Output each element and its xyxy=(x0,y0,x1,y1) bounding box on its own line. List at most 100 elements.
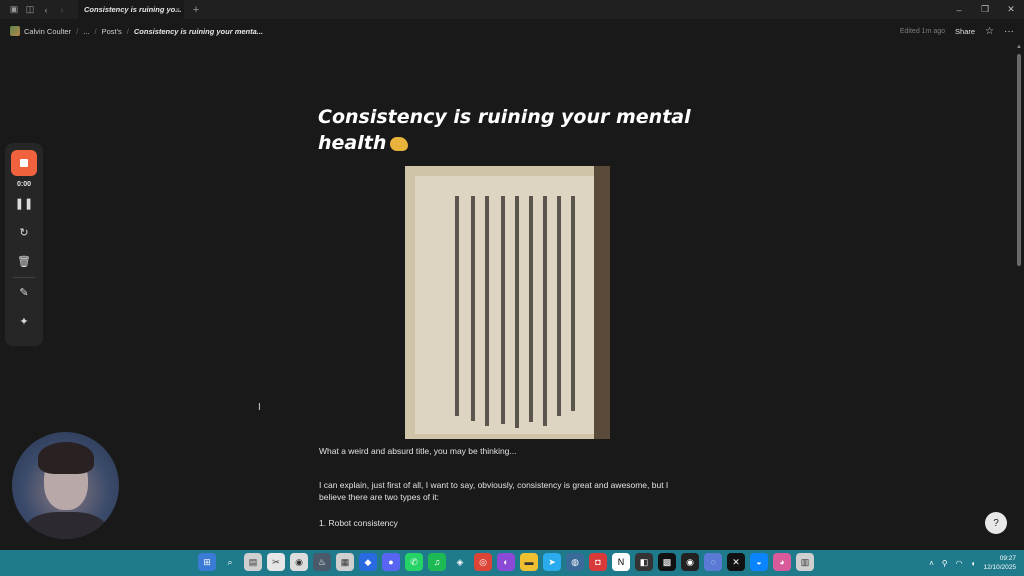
apple-icon[interactable]: ◍ xyxy=(566,553,584,571)
search-icon[interactable]: ⌕ xyxy=(221,553,239,571)
app-icon[interactable]: ◆ xyxy=(359,553,377,571)
page-content: Consistency is ruining your mental healt… xyxy=(318,104,698,156)
paragraph-2[interactable]: I can explain, just first of all, I want… xyxy=(319,479,694,503)
whatsapp-icon[interactable]: ✆ xyxy=(405,553,423,571)
breadcrumb: Calvin Coulter / ... / Post's / Consiste… xyxy=(10,26,263,36)
breadcrumb-separator: / xyxy=(94,26,97,36)
breadcrumb-ellipsis[interactable]: ... xyxy=(83,27,89,36)
workspace-avatar xyxy=(10,26,20,36)
minimize-button[interactable]: – xyxy=(946,0,972,19)
scribble-mark xyxy=(501,196,505,424)
notion-icon[interactable]: ▣ xyxy=(6,0,22,19)
tab-active[interactable]: Consistency is ruining yo... × xyxy=(78,0,184,19)
wifi-icon[interactable]: ◠ xyxy=(956,559,963,568)
clock-time: 09:27 xyxy=(999,555,1016,562)
network-app-icon[interactable]: ◈ xyxy=(451,553,469,571)
title-bar: ▣ ◫ ‹ › Consistency is ruining yo... × +… xyxy=(0,0,1024,19)
scribble-mark xyxy=(455,196,459,416)
scribble-mark xyxy=(515,196,519,428)
steam-icon[interactable]: ♨ xyxy=(313,553,331,571)
clock-date: 12/10/2025 xyxy=(983,564,1016,571)
system-tray: ˄ ⚲ ◠ ◖ 09:27 12/10/2025 xyxy=(929,550,1016,576)
scroll-up-icon[interactable]: ▲ xyxy=(1016,44,1022,50)
more-icon[interactable]: ··· xyxy=(1004,26,1014,37)
taskbar: ⊞ ⌕ ▤ ✂ ◉ ♨ ▦ ◆ ● ✆ ♫ ◈ ◎ ◐ ▬ ➤ ◍ ◘ N ◧ … xyxy=(0,550,1024,576)
edge-icon[interactable]: ◒ xyxy=(750,553,768,571)
chrome-icon[interactable]: ◎ xyxy=(474,553,492,571)
app6-icon[interactable]: ◌ xyxy=(704,553,722,571)
folder-icon[interactable]: ▬ xyxy=(520,553,538,571)
page-header: Calvin Coulter / ... / Post's / Consiste… xyxy=(0,19,1024,43)
breadcrumb-current[interactable]: Consistency is ruining your menta... xyxy=(134,27,263,36)
share-button[interactable]: Share xyxy=(955,27,975,36)
image-shadow xyxy=(594,166,610,439)
close-button[interactable]: ✕ xyxy=(998,0,1024,19)
page-image[interactable] xyxy=(405,166,610,439)
scribble-mark xyxy=(543,196,547,426)
photos-icon[interactable]: ▦ xyxy=(336,553,354,571)
volume-icon[interactable]: ◖ xyxy=(971,559,976,568)
restore-button[interactable]: ❐ xyxy=(972,0,998,19)
telegram-icon[interactable]: ➤ xyxy=(543,553,561,571)
effects-icon[interactable]: ✦ xyxy=(14,311,34,331)
back-arrow-icon[interactable]: ‹ xyxy=(38,0,54,19)
restart-icon[interactable]: ↻ xyxy=(14,222,34,242)
webcam-person-body xyxy=(26,512,106,539)
snipping-icon[interactable]: ✂ xyxy=(267,553,285,571)
toolbar-divider xyxy=(13,277,35,278)
chevron-up-icon[interactable]: ˄ xyxy=(929,559,934,568)
capcut-icon[interactable]: ✕ xyxy=(727,553,745,571)
breadcrumb-separator: / xyxy=(76,26,79,36)
pause-icon[interactable]: ❚❚ xyxy=(14,193,34,213)
window-controls: – ❐ ✕ xyxy=(946,0,1024,19)
app3-icon[interactable]: ◘ xyxy=(589,553,607,571)
notion-taskbar-icon[interactable]: N xyxy=(612,553,630,571)
scribble-mark xyxy=(571,196,575,411)
clock[interactable]: 09:27 12/10/2025 xyxy=(983,554,1016,572)
page-title-text: Consistency is ruining your mental healt… xyxy=(318,106,691,154)
recorder-toolbar: 0:00 ❚❚ ↻ 🗑 ✎ ✦ xyxy=(5,143,43,346)
sidebar-toggle-icon[interactable]: ◫ xyxy=(22,0,38,19)
forward-arrow-icon[interactable]: › xyxy=(54,0,70,19)
tab-close-icon[interactable]: × xyxy=(176,5,180,14)
stop-recording-button[interactable] xyxy=(11,150,37,176)
paper-image xyxy=(415,176,605,434)
scribble-mark xyxy=(557,196,561,416)
start-icon[interactable]: ⊞ xyxy=(198,553,216,571)
taskbar-apps: ⊞ ⌕ ▤ ✂ ◉ ♨ ▦ ◆ ● ✆ ♫ ◈ ◎ ◐ ▬ ➤ ◍ ◘ N ◧ … xyxy=(198,553,814,571)
paragraph-1[interactable]: What a weird and absurd title, you may b… xyxy=(319,445,699,457)
webcam-bubble[interactable] xyxy=(12,432,119,539)
webcam-person-hair xyxy=(38,442,94,474)
obs-icon[interactable]: ◉ xyxy=(681,553,699,571)
new-tab-button[interactable]: + xyxy=(188,4,204,16)
list-item-1[interactable]: 1. Robot consistency xyxy=(319,517,699,529)
app8-icon[interactable]: ▥ xyxy=(796,553,814,571)
help-button[interactable]: ? xyxy=(985,512,1007,534)
spotify-icon[interactable]: ♫ xyxy=(428,553,446,571)
tab-title: Consistency is ruining yo... xyxy=(84,5,182,14)
app2-icon[interactable]: ◐ xyxy=(497,553,515,571)
stop-icon xyxy=(20,159,28,167)
file-icon[interactable]: ▤ xyxy=(244,553,262,571)
edited-status: Edited 1m ago xyxy=(899,27,946,35)
scrollbar[interactable]: ▲ xyxy=(1016,44,1022,549)
scribble-mark xyxy=(529,196,533,422)
scroll-thumb[interactable] xyxy=(1017,54,1021,266)
text-cursor-icon: I xyxy=(258,402,261,413)
breadcrumb-separator: / xyxy=(126,26,129,36)
network-icon[interactable]: ⚲ xyxy=(942,559,948,568)
media-icon[interactable]: ◉ xyxy=(290,553,308,571)
scribble-mark xyxy=(485,196,489,426)
app4-icon[interactable]: ◧ xyxy=(635,553,653,571)
breadcrumb-parent[interactable]: Post's xyxy=(102,27,122,36)
star-icon[interactable]: ☆ xyxy=(985,26,994,37)
app5-icon[interactable]: ▩ xyxy=(658,553,676,571)
header-actions: Edited 1m ago Share ☆ ··· xyxy=(900,19,1014,43)
app7-icon[interactable]: ◕ xyxy=(773,553,791,571)
breadcrumb-workspace[interactable]: Calvin Coulter xyxy=(24,27,71,36)
trash-icon[interactable]: 🗑 xyxy=(14,251,34,271)
page-title[interactable]: Consistency is ruining your mental healt… xyxy=(318,104,698,156)
draw-icon[interactable]: ✎ xyxy=(14,282,34,302)
hand-emoji-icon xyxy=(390,136,409,151)
discord-icon[interactable]: ● xyxy=(382,553,400,571)
